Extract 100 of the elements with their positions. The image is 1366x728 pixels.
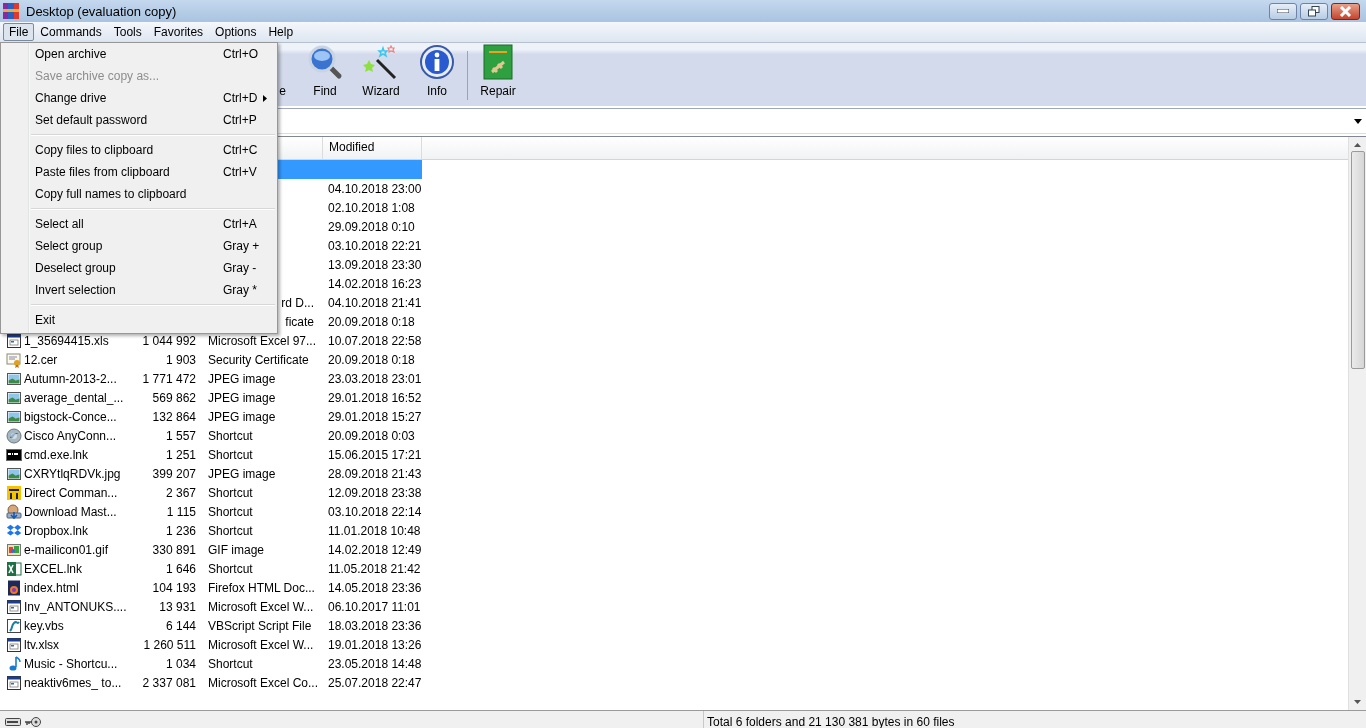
close-button[interactable] — [1331, 2, 1360, 20]
file-row[interactable]: key.vbs 6 144 VBScript Script File 18.03.2018 23:36 — [0, 616, 422, 635]
file-modified: 03.10.2018 22:14 — [327, 504, 422, 519]
file-name: 1_35694415.xls — [24, 333, 109, 348]
restore-button[interactable] — [1300, 2, 1328, 20]
file-row[interactable]: Cisco AnyConn... 1 557 Shortcut 20.09.2018 0:03 — [0, 426, 422, 445]
menu-entry[interactable]: Select all Ctrl+A — [1, 213, 277, 235]
scroll-down-icon[interactable] — [1354, 700, 1361, 704]
menu-entry[interactable]: Change drive Ctrl+D — [1, 87, 277, 109]
menu-entry[interactable]: Deselect group Gray - — [1, 257, 277, 279]
file-size: 1 044 992 — [141, 333, 197, 348]
menu-item[interactable]: Help — [262, 23, 300, 41]
toolbar-button[interactable]: Info — [409, 43, 465, 106]
toolbar-button[interactable]: Find — [297, 43, 353, 106]
file-name: 12.cer — [24, 352, 58, 367]
menu-entry[interactable]: Copy full names to clipboard — [1, 183, 277, 205]
file-type: JPEG image — [207, 371, 277, 386]
file-name: e-mailicon01.gif — [24, 542, 109, 557]
toolbar-label[interactable]: e — [279, 84, 286, 98]
certificate-icon — [6, 351, 22, 368]
scrollbar[interactable] — [1348, 137, 1366, 710]
file-row[interactable]: ltv.xlsx 1 260 511 Microsoft Excel W... 19.01.2018 13:26 — [0, 635, 422, 654]
menu-item[interactable]: File — [3, 23, 35, 41]
file-row[interactable]: EXCEL.lnk 1 646 Shortcut 11.05.2018 21:42 — [0, 559, 422, 578]
image-icon — [6, 389, 22, 406]
file-name: Music - Shortcu... — [24, 656, 118, 671]
file-row[interactable]: 12.cer 1 903 Security Certificate 20.09.2018 0:18 — [0, 350, 422, 369]
menu-entry[interactable]: Set default password Ctrl+P — [1, 109, 277, 131]
file-row[interactable]: Download Mast... 1 115 Shortcut 03.10.2018 22:14 — [0, 502, 422, 521]
file-modified: 20.09.2018 0:03 — [327, 428, 416, 443]
file-name: Direct Comman... — [24, 485, 118, 500]
file-row[interactable]: neaktiv6mes_ to... 2 337 081 Microsoft Excel Co... 25.07.2018 22:47 — [0, 673, 422, 692]
menu-entry[interactable]: Invert selection Gray * — [1, 279, 277, 301]
file-modified: 23.05.2018 14:48 — [327, 656, 422, 671]
dropdown-icon[interactable] — [1354, 118, 1362, 124]
window-title: Desktop (evaluation copy) — [26, 3, 177, 19]
menu-item[interactable]: Options — [209, 23, 263, 41]
file-modified: 29.01.2018 16:52 — [327, 390, 422, 405]
restore-icon — [1308, 5, 1320, 17]
key-icon — [25, 715, 41, 728]
toolbar-button[interactable]: Wizard — [353, 43, 409, 106]
menu-item[interactable]: Tools — [107, 23, 148, 41]
file-name: ltv.xlsx — [24, 637, 60, 652]
file-row[interactable]: Direct Comman... 2 367 Shortcut 12.09.2018 23:38 — [0, 483, 422, 502]
file-name: Cisco AnyConn... — [24, 428, 117, 443]
image-icon — [6, 465, 22, 482]
file-type: Firefox HTML Doc... — [207, 580, 316, 595]
file-modified: 04.10.2018 21:41 — [327, 295, 422, 310]
file-type: Security Certificate — [207, 352, 310, 367]
menu-item[interactable]: Favorites — [147, 23, 210, 41]
menu-entry[interactable]: Paste files from clipboard Ctrl+V — [1, 161, 277, 183]
file-row[interactable]: index.html 104 193 Firefox HTML Doc... 14.05.2018 23:36 — [0, 578, 422, 597]
image-icon — [6, 370, 22, 387]
file-row[interactable]: bigstock-Conce... 132 864 JPEG image 29.01.2018 15:27 — [0, 407, 422, 426]
file-row[interactable]: Dropbox.lnk 1 236 Shortcut 11.01.2018 10:48 — [0, 521, 422, 540]
box-icon — [6, 522, 22, 539]
menu-entry[interactable]: Exit — [1, 309, 277, 331]
file-type: JPEG image — [207, 466, 277, 481]
file-modified: 20.09.2018 0:18 — [327, 314, 416, 329]
file-name: neaktiv6mes_ to... — [24, 675, 122, 690]
file-type: Shortcut — [207, 447, 254, 462]
menu-entry[interactable]: Copy files to clipboard Ctrl+C — [1, 139, 277, 161]
file-size: 2 337 081 — [141, 675, 197, 690]
file-size: 104 193 — [151, 580, 197, 595]
file-name: bigstock-Conce... — [24, 409, 117, 424]
minimize-button[interactable] — [1269, 2, 1297, 20]
file-name: Autumn-2013-2... — [24, 371, 117, 386]
file-type: Microsoft Excel W... — [207, 637, 315, 652]
file-type: Shortcut — [207, 523, 254, 538]
file-row[interactable]: Autumn-2013-2... 1 771 472 JPEG image 23.03.2018 23:01 — [0, 369, 422, 388]
menu-item[interactable]: Commands — [34, 23, 108, 41]
menu-entry[interactable]: Select group Gray + — [1, 235, 277, 257]
file-size: 1 903 — [164, 352, 197, 367]
file-size: 330 891 — [151, 542, 197, 557]
file-row[interactable]: cmd.exe.lnk 1 251 Shortcut 15.06.2015 17:21 — [0, 445, 422, 464]
file-modified: 23.03.2018 23:01 — [327, 371, 422, 386]
file-row[interactable]: 1_35694415.xls 1 044 992 Microsoft Excel 97... 10.07.2018 22:58 — [0, 331, 422, 350]
menu-entry[interactable]: Open archive Ctrl+O — [1, 43, 277, 65]
file-type: VBScript Script File — [207, 618, 313, 633]
file-type: Shortcut — [207, 485, 254, 500]
browser-document-icon — [6, 579, 22, 596]
file-size: 132 864 — [151, 409, 197, 424]
file-name: index.html — [24, 580, 79, 595]
column-header[interactable]: Modified — [322, 137, 422, 159]
file-modified: 20.09.2018 0:18 — [327, 352, 416, 367]
file-size: 399 207 — [151, 466, 197, 481]
file-size: 569 862 — [151, 390, 197, 405]
file-type: Shortcut — [207, 656, 254, 671]
scroll-thumb[interactable] — [1350, 151, 1365, 369]
image-icon — [6, 408, 22, 425]
toolbar-button[interactable]: Repair — [470, 43, 526, 106]
magic-wand-icon — [363, 44, 399, 80]
file-row[interactable]: average_dental_... 569 862 JPEG image 29.01.2018 16:52 — [0, 388, 422, 407]
file-row[interactable]: Inv_ANTONUKS.... 13 931 Microsoft Excel W... 06.10.2017 11:01 — [0, 597, 422, 616]
file-row[interactable]: Music - Shortcu... 1 034 Shortcut 23.05.2018 14:48 — [0, 654, 422, 673]
info-icon — [419, 44, 455, 80]
scroll-up-icon[interactable] — [1354, 143, 1361, 147]
file-row[interactable]: e-mailicon01.gif 330 891 GIF image 14.02.2018 12:49 — [0, 540, 422, 559]
file-modified: 11.01.2018 10:48 — [327, 523, 422, 538]
file-row[interactable]: CXRYtlqRDVk.jpg 399 207 JPEG image 28.09.2018 21:43 — [0, 464, 422, 483]
